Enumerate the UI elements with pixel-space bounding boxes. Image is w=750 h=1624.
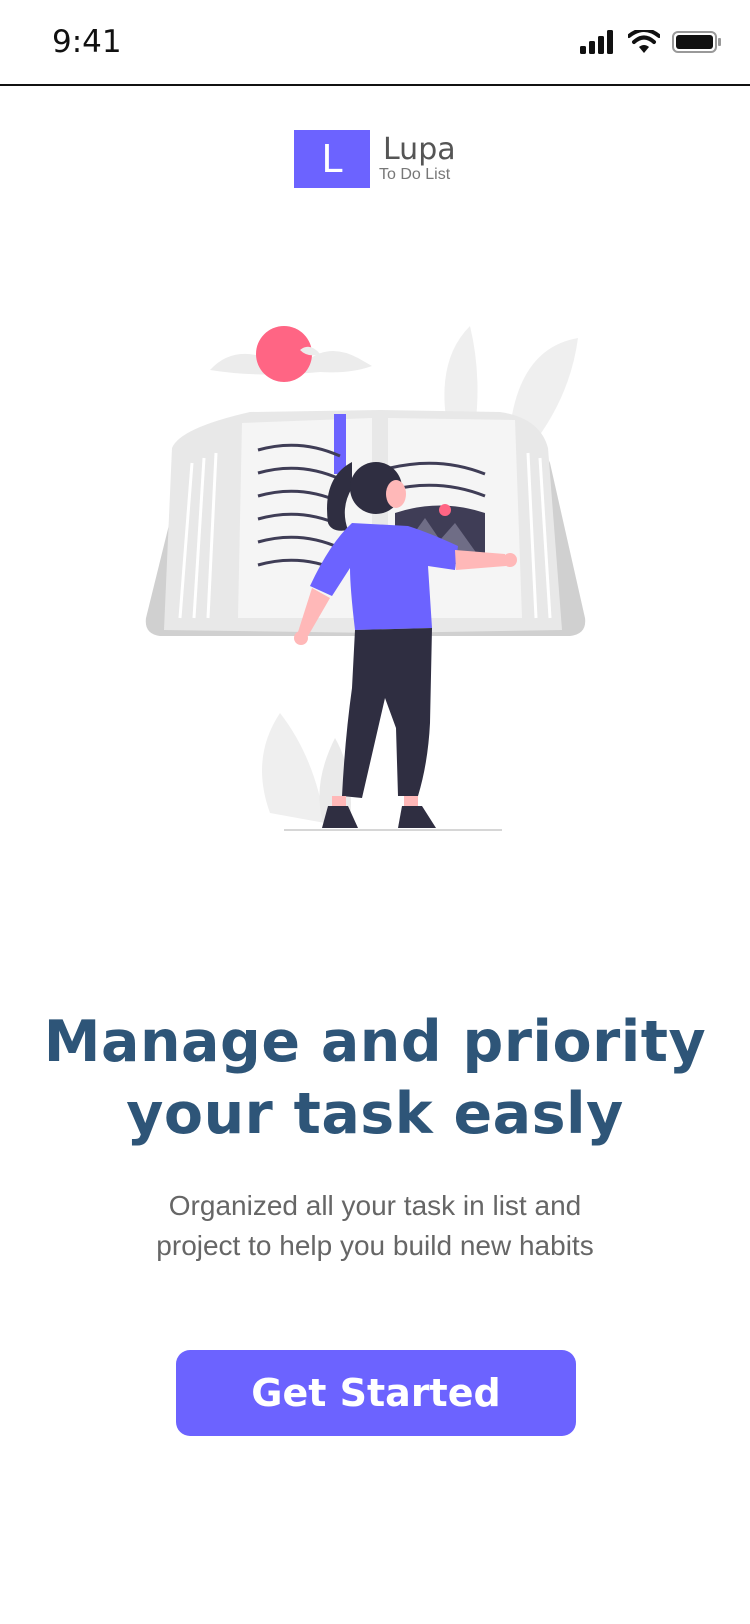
subtitle-line-1: Organized all your task in list and: [168, 1190, 582, 1221]
status-time: 9:41: [52, 24, 122, 60]
app-tagline: To Do List: [379, 166, 451, 183]
subtitle: Organized all your task in list and proj…: [0, 1186, 750, 1266]
subtitle-line-2: project to help you build new habits: [156, 1230, 594, 1261]
app-name: Lupa: [383, 132, 456, 167]
status-bar: 9:41: [0, 0, 750, 86]
woman-reading-book-illustration: [145, 326, 586, 831]
get-started-button[interactable]: Get Started: [176, 1350, 576, 1436]
headline: Manage and priority your task easly: [0, 1006, 750, 1150]
signal-icon: [580, 30, 613, 54]
wifi-icon: [628, 30, 660, 53]
status-icons: [580, 30, 722, 54]
battery-icon: [672, 31, 721, 53]
headline-line-1: Manage and priority: [43, 1009, 707, 1075]
logo-text: Lupa To Do List: [379, 132, 456, 184]
app-logo: L Lupa To Do List: [294, 130, 456, 188]
headline-line-2: your task easly: [126, 1081, 624, 1147]
logo-mark: L: [294, 130, 370, 188]
